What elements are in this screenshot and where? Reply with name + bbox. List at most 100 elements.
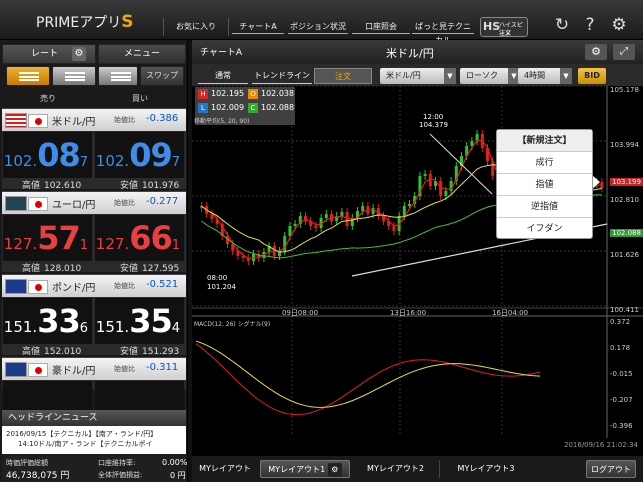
- view-list-medium-button[interactable]: [52, 66, 96, 86]
- high-annotation-time: 12:00: [423, 113, 444, 121]
- candle-body: [324, 214, 328, 218]
- tab-order[interactable]: 注文: [314, 68, 372, 84]
- layout-gear-icon[interactable]: ⚙: [327, 463, 342, 477]
- fullscreen-icon[interactable]: ⤢: [613, 44, 635, 60]
- chart-toolbar: 通常 トレンドライン 注文 米ドル/円 ▼ ローソク ▼ 4時間 ▼ BID: [192, 64, 643, 86]
- order-market[interactable]: 成行: [497, 152, 592, 174]
- y-tick-label: 101.626: [610, 251, 639, 259]
- candle-body: [408, 204, 411, 206]
- chart-type-select[interactable]: ローソク ▼: [460, 68, 520, 84]
- nav-position[interactable]: ポジション状況: [288, 20, 348, 34]
- bid-price-box[interactable]: 151.336: [3, 298, 92, 344]
- nav-technical[interactable]: ぱっと見テクニカル: [412, 20, 474, 45]
- candle-body: [423, 174, 427, 176]
- rate-card-header: ユーロ/円 始値比 -0.277: [2, 192, 186, 214]
- chart-header: チャートA 米ドル/円 ⚙ ⤢: [192, 40, 643, 64]
- nav-separator: [228, 18, 229, 36]
- nav-account[interactable]: 口座照会: [352, 20, 410, 34]
- news-item[interactable]: 2016/09/15【テクニカル】【南ア・ランド/円】 14:10ドル/南ア・ラ…: [2, 426, 186, 454]
- japan-flag-icon: [28, 114, 48, 128]
- popup-title: 【新規注文】: [497, 130, 592, 152]
- y-tick-label: 102.810: [610, 196, 639, 204]
- candle-body: [361, 206, 365, 211]
- ohlc-high: 102.195: [211, 89, 245, 98]
- high-value: 高値 128.010: [22, 264, 82, 274]
- news-line2: 14:10ドル/南ア・ランド【テクニカルポイ: [18, 440, 153, 448]
- rate-settings-icon[interactable]: ⚙: [72, 47, 86, 61]
- equity-value: 46,738,075 円: [6, 471, 70, 481]
- ma-legend: 移動平均(5, 20, 90): [194, 118, 250, 125]
- low-annotation: 101.204: [207, 283, 236, 291]
- rate-card[interactable]: ポンド/円 始値比 -0.521 151.336 151.354 高値 152.0…: [2, 274, 186, 357]
- hs-line2: 注文: [499, 30, 512, 37]
- change-value: -0.521: [146, 279, 179, 290]
- change-label: 始値比: [114, 365, 135, 373]
- account-summary: 時価評価総額 46,738,075 円 口座維持率: 0.00% 全体評価損益:…: [2, 455, 188, 482]
- macd-tick-label: -0.207: [610, 396, 633, 404]
- hs-label: HS: [483, 20, 501, 33]
- tab-trendline[interactable]: トレンドライン: [252, 68, 312, 84]
- tab-normal[interactable]: 通常: [198, 68, 248, 84]
- price-tag-green: 102.088: [610, 229, 643, 237]
- macd-legend: MACD(12, 26) シグナル(9): [194, 321, 271, 328]
- high-speed-order-button[interactable]: HS ハイスピード 注文: [480, 17, 528, 38]
- tab-menu[interactable]: メニュー: [98, 44, 186, 64]
- pair-name: 米ドル/円: [52, 117, 96, 128]
- x-tick-label: 16日04:00: [492, 309, 529, 317]
- swap-button[interactable]: スワップ: [140, 66, 184, 86]
- ohlc-open: 102.038: [261, 89, 295, 98]
- ask-price-box[interactable]: 102.097: [95, 132, 184, 178]
- order-ifdone[interactable]: イフダン: [497, 218, 592, 240]
- rate-card-header: ポンド/円 始値比 -0.521: [2, 275, 186, 297]
- bid-price-box[interactable]: 127.571: [3, 215, 92, 261]
- view-list-large-button[interactable]: [6, 66, 50, 86]
- pair-name: 豪ドル/円: [52, 366, 96, 377]
- nav-separator: [163, 18, 164, 36]
- nav-favorites[interactable]: お気に入り: [168, 20, 224, 34]
- order-stop[interactable]: 逆指値: [497, 196, 592, 218]
- order-limit[interactable]: 指値: [497, 174, 592, 196]
- tab-layout-2[interactable]: MYレイアウト2: [352, 460, 440, 478]
- chart-settings-icon[interactable]: ⚙: [585, 44, 607, 60]
- margin-label: 口座維持率:: [98, 459, 136, 467]
- rate-card[interactable]: 豪ドル/円 始値比 -0.311 高値 安値: [2, 357, 186, 440]
- pair-name: ポンド/円: [52, 283, 96, 294]
- refresh-icon[interactable]: ↻: [551, 14, 573, 36]
- chart-title: チャートA: [200, 48, 243, 58]
- equity-label: 時価評価総額: [6, 459, 48, 467]
- news-line1: 2016/09/15【テクニカル】【南ア・ランド/円】: [6, 430, 158, 438]
- new-order-popup: 【新規注文】 成行 指値 逆指値 イフダン: [496, 129, 593, 239]
- candle-body: [340, 212, 344, 216]
- change-value: -0.277: [146, 196, 179, 207]
- nav-chart-a[interactable]: チャートA: [232, 20, 284, 34]
- y-tick-label: 100.411: [610, 306, 639, 314]
- app-logo: PRIMEアプリS: [36, 12, 134, 32]
- high-value: 高値 102.610: [22, 181, 82, 191]
- help-icon[interactable]: ?: [579, 14, 601, 36]
- pair-select[interactable]: 米ドル/円 ▼: [380, 68, 456, 84]
- news-header: ヘッドラインニュース: [2, 410, 186, 426]
- rate-card[interactable]: ユーロ/円 始値比 -0.277 127.571 127.661 高値 128.0…: [2, 191, 186, 274]
- currency-flag-icon: [5, 196, 27, 211]
- settings-gear-icon[interactable]: ⚙: [608, 14, 630, 36]
- rate-card[interactable]: 米ドル/円 始値比 -0.386 102.087 102.097 高値 102.6…: [2, 108, 186, 191]
- macd-tick-label: -0.396: [610, 422, 633, 430]
- view-list-small-button[interactable]: [98, 66, 138, 86]
- logout-button[interactable]: ログアウト: [586, 460, 636, 478]
- ask-price-box[interactable]: 151.354: [95, 298, 184, 344]
- low-value: 安値 101.976: [120, 181, 180, 191]
- timestamp-bar: 2016/09/16 21:02:34: [192, 438, 643, 456]
- ask-price-box[interactable]: 127.661: [95, 215, 184, 261]
- sell-header: 売り: [40, 94, 56, 103]
- low-value: 安値 127.595: [120, 264, 180, 274]
- margin-value: 0.00%: [162, 458, 188, 467]
- period-select[interactable]: 4時間 ▼: [518, 68, 572, 84]
- tab-layout-1[interactable]: MYレイアウト1 ⚙: [260, 460, 350, 478]
- candle-body: [402, 206, 406, 216]
- bid-button[interactable]: BID: [578, 68, 606, 84]
- chart-pair-title: 米ドル/円: [386, 47, 434, 60]
- low-annotation-time: 08:00: [207, 274, 228, 282]
- y-tick-label: 103.994: [610, 141, 639, 149]
- bid-price-box[interactable]: 102.087: [3, 132, 92, 178]
- tab-layout-3[interactable]: MYレイアウト3: [442, 460, 530, 478]
